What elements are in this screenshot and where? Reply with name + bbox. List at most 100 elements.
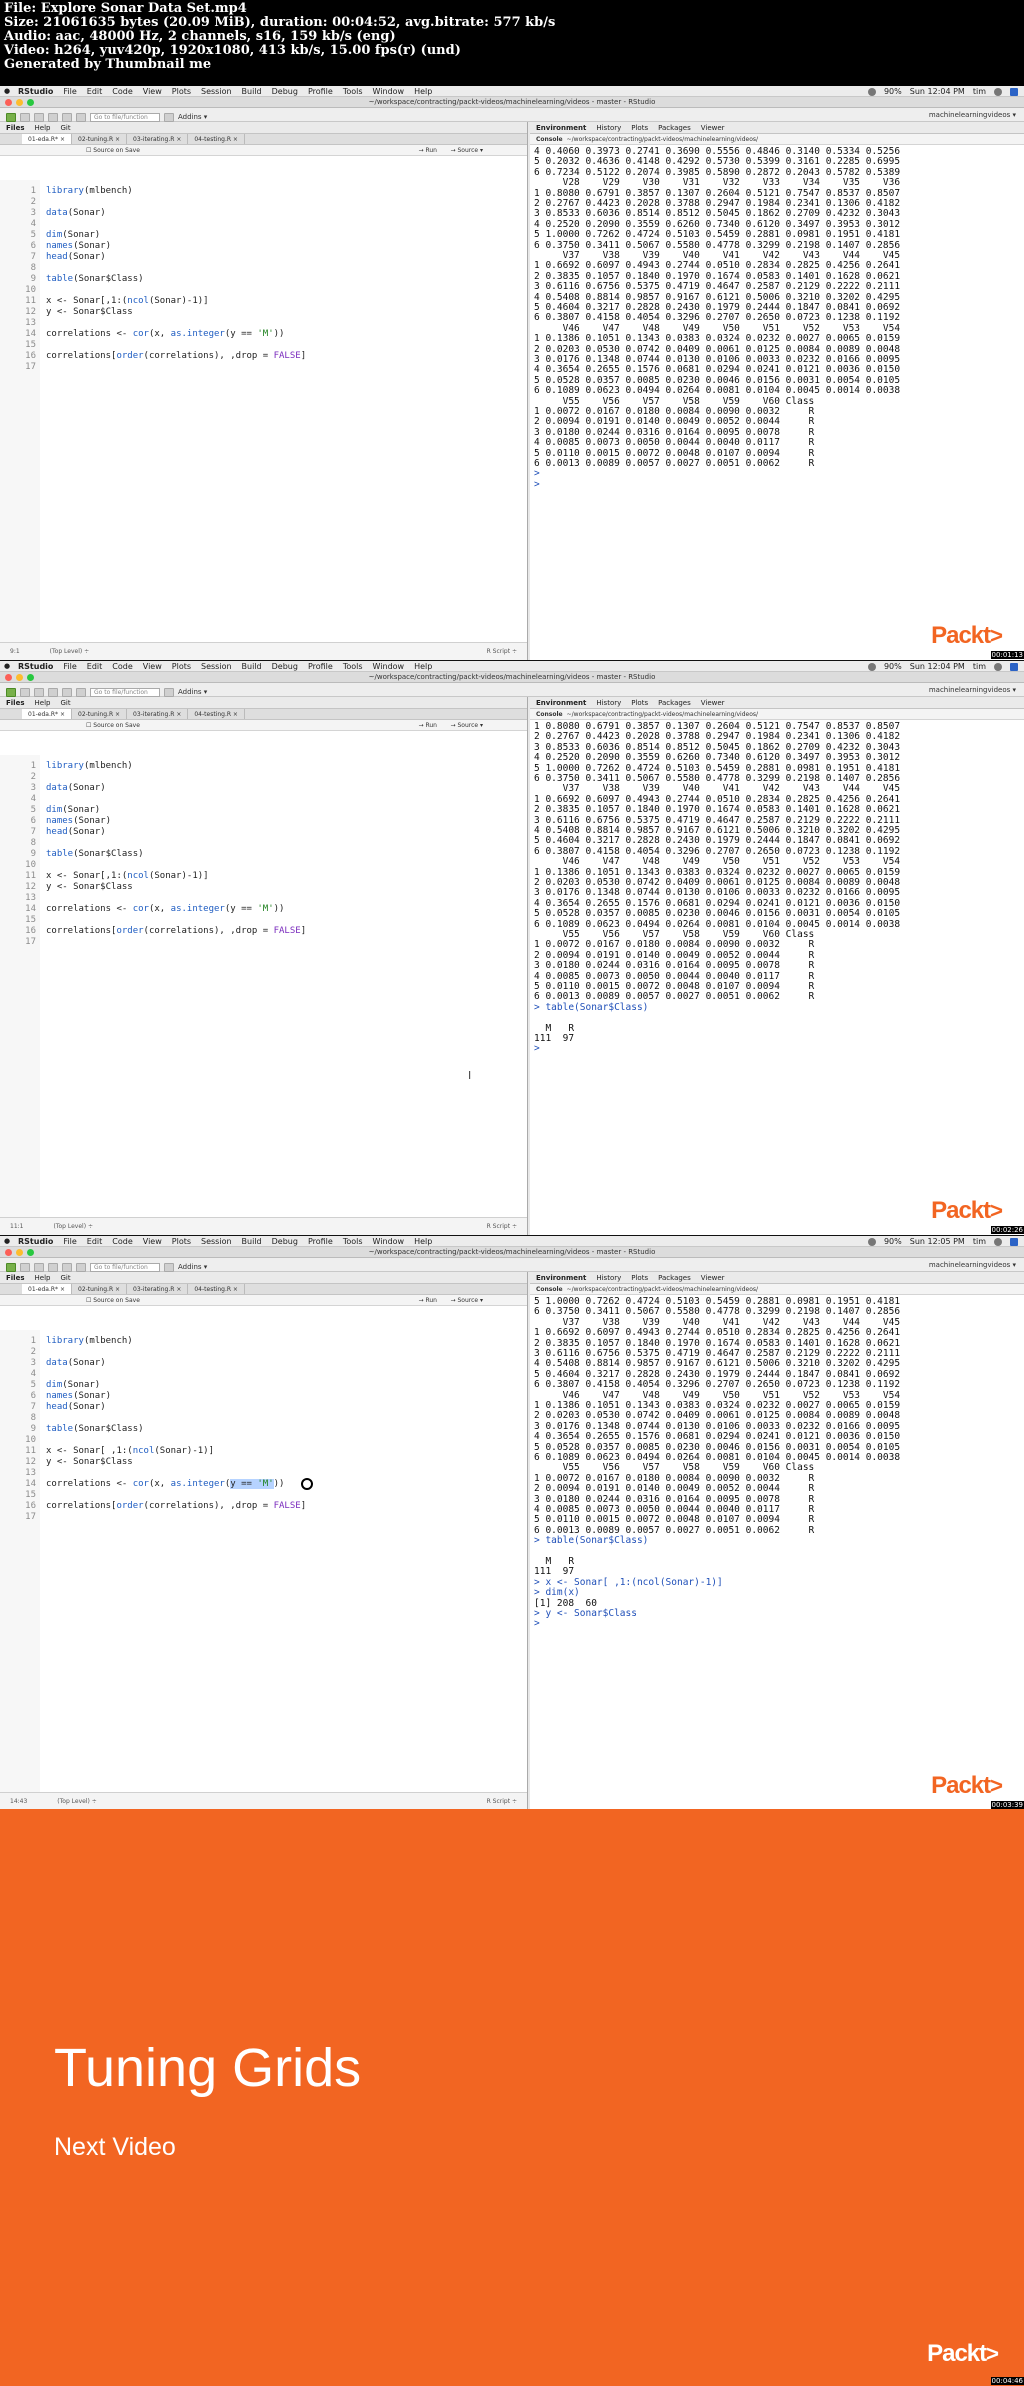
menu-item[interactable]: Plots: [172, 86, 191, 97]
apple-icon[interactable]: ●: [4, 661, 10, 672]
print-icon[interactable]: [76, 687, 86, 697]
print-icon[interactable]: [76, 1262, 86, 1272]
tab-help[interactable]: Help: [35, 697, 51, 708]
console-output[interactable]: 1 0.8080 0.6791 0.3857 0.1307 0.2604 0.5…: [530, 720, 1024, 1235]
selected-text[interactable]: y == 'M': [230, 1479, 274, 1489]
editor-tab[interactable]: 02-tuning.R ×: [72, 709, 128, 719]
menu-item[interactable]: Profile: [308, 86, 333, 97]
apple-icon[interactable]: ●: [4, 86, 10, 97]
menu-item[interactable]: View: [143, 86, 162, 97]
code-line[interactable]: names(Sonar): [46, 816, 111, 827]
minimize-window-button[interactable]: [16, 674, 23, 681]
code-line[interactable]: correlations[order(correlations), ,drop …: [46, 1501, 306, 1512]
tab-environment[interactable]: Environment: [536, 697, 586, 708]
editor-tab[interactable]: 02-tuning.R ×: [72, 134, 128, 144]
run-button[interactable]: → Run: [419, 720, 437, 731]
source-on-save-checkbox[interactable]: ☐ Source on Save: [86, 1295, 140, 1306]
close-window-button[interactable]: [5, 674, 12, 681]
source-button[interactable]: → Source ▾: [451, 145, 483, 156]
menu-item[interactable]: Debug: [272, 661, 298, 672]
wifi-icon[interactable]: [867, 662, 876, 671]
tab-history[interactable]: History: [596, 122, 621, 133]
menu-item[interactable]: Code: [112, 1236, 132, 1247]
minimize-window-button[interactable]: [16, 1249, 23, 1256]
menu-item[interactable]: Tools: [343, 1236, 363, 1247]
save-icon[interactable]: [48, 687, 58, 697]
goto-file-input[interactable]: Go to file/function: [90, 1262, 160, 1272]
code-line[interactable]: correlations <- cor(x, as.integer(y == '…: [46, 904, 284, 915]
search-icon[interactable]: [994, 1237, 1002, 1246]
code-line[interactable]: dim(Sonar): [46, 230, 100, 241]
tab-files[interactable]: Files: [6, 122, 25, 133]
code-line[interactable]: y <- Sonar$Class: [46, 882, 133, 893]
code-editor[interactable]: 1 2 3 4 5 6 7 8 9 10 11 12 13 14 15 16 17 library(mlbench…: [0, 1330, 527, 1792]
tab-packages[interactable]: Packages: [658, 1272, 691, 1283]
print-icon[interactable]: [76, 112, 86, 122]
close-window-button[interactable]: [5, 99, 12, 106]
source-on-save-checkbox[interactable]: ☐ Source on Save: [86, 720, 140, 731]
menu-item[interactable]: RStudio: [18, 86, 53, 97]
menu-item[interactable]: Session: [201, 86, 232, 97]
code-line[interactable]: correlations <- cor(x, as.integer(y == '…: [46, 1479, 284, 1490]
console-output[interactable]: 5 1.0000 0.7262 0.4724 0.5103 0.5459 0.2…: [530, 1295, 1024, 1810]
editor-tab[interactable]: 04-testing.R ×: [188, 1284, 245, 1294]
save-all-icon[interactable]: [62, 1262, 72, 1272]
zoom-window-button[interactable]: [27, 1249, 34, 1256]
menu-item[interactable]: Help: [414, 661, 432, 672]
editor-tab[interactable]: 01-eda.R* ×: [22, 1284, 72, 1294]
tab-plots[interactable]: Plots: [631, 1272, 648, 1283]
code-line[interactable]: x <- Sonar[,1:(ncol(Sonar)-1)]: [46, 296, 209, 307]
tab-history[interactable]: History: [596, 1272, 621, 1283]
editor-tab[interactable]: 03-iterating.R ×: [127, 134, 189, 144]
scope-indicator[interactable]: (Top Level) ÷: [50, 648, 90, 655]
menu-item[interactable]: Code: [112, 86, 132, 97]
code-line[interactable]: names(Sonar): [46, 241, 111, 252]
open-project-icon[interactable]: [20, 112, 30, 122]
tab-git[interactable]: Git: [60, 122, 70, 133]
file-type-indicator[interactable]: R Script ÷: [487, 643, 517, 660]
open-file-icon[interactable]: [34, 112, 44, 122]
code-line[interactable]: table(Sonar$Class): [46, 274, 144, 285]
tab-packages[interactable]: Packages: [658, 697, 691, 708]
goto-file-input[interactable]: Go to file/function: [90, 112, 160, 122]
menu-item[interactable]: Build: [242, 661, 262, 672]
editor-tab[interactable]: 04-testing.R ×: [188, 709, 245, 719]
open-project-icon[interactable]: [20, 687, 30, 697]
menu-item[interactable]: RStudio: [18, 1236, 53, 1247]
tab-viewer[interactable]: Viewer: [701, 122, 725, 133]
goto-file-input[interactable]: Go to file/function: [90, 687, 160, 697]
tab-plots[interactable]: Plots: [631, 697, 648, 708]
project-selector[interactable]: machinelearningvideos ▾: [929, 108, 1016, 122]
notification-icon[interactable]: [1010, 662, 1018, 671]
editor-tab[interactable]: 01-eda.R* ×: [22, 709, 72, 719]
zoom-window-button[interactable]: [27, 99, 34, 106]
run-button[interactable]: → Run: [419, 1295, 437, 1306]
search-icon[interactable]: [994, 662, 1002, 671]
code-line[interactable]: data(Sonar): [46, 783, 106, 794]
menu-item[interactable]: View: [143, 661, 162, 672]
notification-icon[interactable]: [1010, 1237, 1018, 1246]
menu-item[interactable]: Debug: [272, 86, 298, 97]
code-line[interactable]: head(Sonar): [46, 1402, 106, 1413]
menu-item[interactable]: Help: [414, 86, 432, 97]
code-line[interactable]: y <- Sonar$Class: [46, 1457, 133, 1468]
code-line[interactable]: data(Sonar): [46, 208, 106, 219]
source-button[interactable]: → Source ▾: [451, 1295, 483, 1306]
tab-files[interactable]: Files: [6, 1272, 25, 1283]
save-icon[interactable]: [48, 1262, 58, 1272]
menu-item[interactable]: Edit: [87, 1236, 103, 1247]
tab-environment[interactable]: Environment: [536, 1272, 586, 1283]
new-file-icon[interactable]: [6, 687, 16, 697]
menu-item[interactable]: Edit: [87, 661, 103, 672]
tab-files[interactable]: Files: [6, 697, 25, 708]
tab-viewer[interactable]: Viewer: [701, 697, 725, 708]
editor-tab[interactable]: 02-tuning.R ×: [72, 1284, 128, 1294]
run-button[interactable]: → Run: [419, 145, 437, 156]
code-line[interactable]: names(Sonar): [46, 1391, 111, 1402]
tab-viewer[interactable]: Viewer: [701, 1272, 725, 1283]
menu-item[interactable]: File: [63, 661, 76, 672]
menu-item[interactable]: Window: [373, 1236, 405, 1247]
tab-help[interactable]: Help: [35, 1272, 51, 1283]
editor-tab[interactable]: 04-testing.R ×: [188, 134, 245, 144]
code-line[interactable]: head(Sonar): [46, 252, 106, 263]
